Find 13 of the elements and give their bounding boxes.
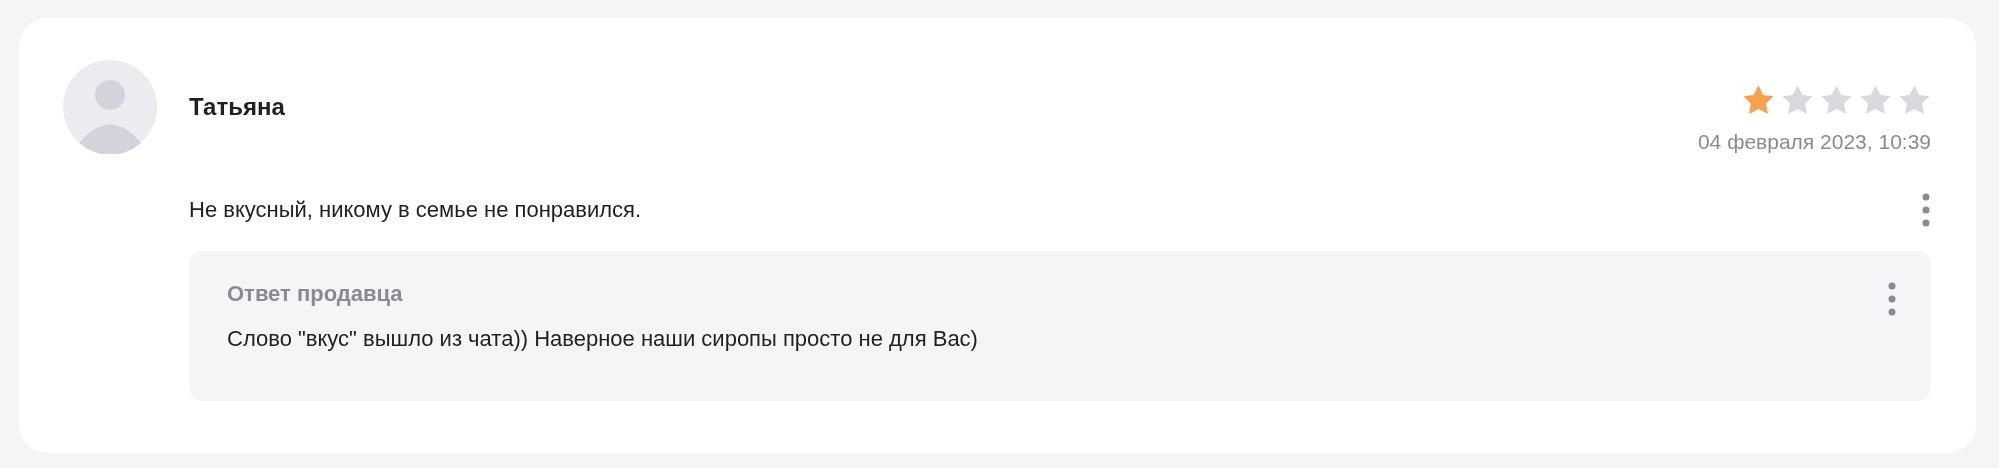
more-icon[interactable] (1921, 192, 1931, 228)
star-icon (1898, 84, 1931, 116)
reply-title: Ответ продавца (227, 281, 404, 307)
avatar-icon (63, 60, 157, 154)
star-icon (1742, 84, 1775, 116)
star-icon (1859, 84, 1892, 116)
more-icon[interactable] (1887, 281, 1897, 317)
star-icon (1820, 84, 1853, 116)
review-text: Не вкусный, никому в семье не понравился. (189, 197, 642, 223)
star-icon (1781, 84, 1814, 116)
review-date: 04 февраля 2023, 10:39 (1697, 130, 1931, 154)
reply-text: Слово "вкус" вышло из чата)) Наверное наши сиропы просто не для Вас) (227, 326, 978, 352)
author-name: Татьяна (189, 93, 286, 121)
